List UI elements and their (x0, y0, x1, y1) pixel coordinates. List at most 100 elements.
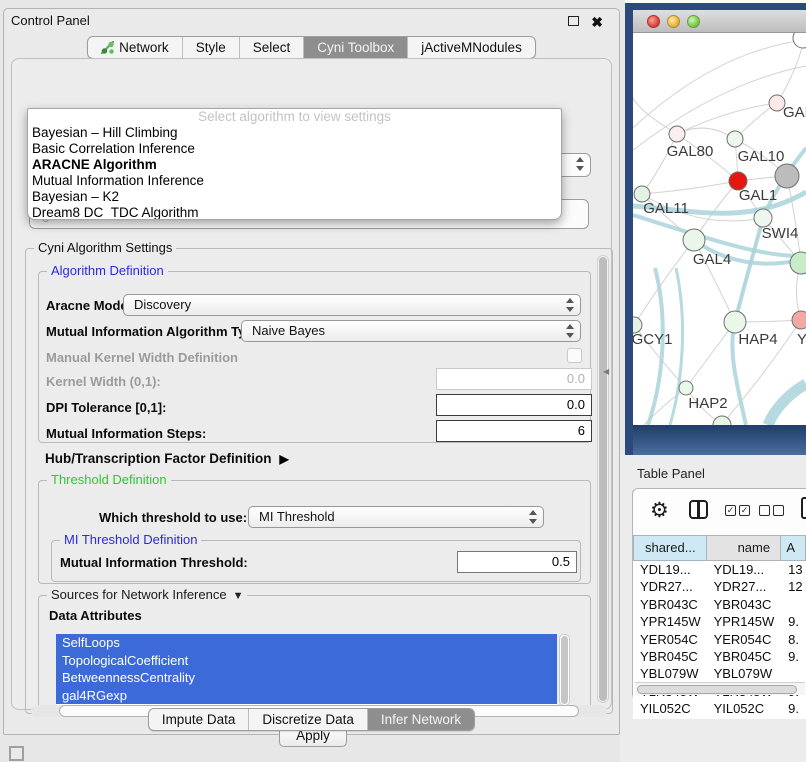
column-header-A[interactable]: A (781, 535, 806, 561)
data-attributes-list[interactable]: SelfLoopsTopologicalCoefficientBetweenne… (56, 634, 557, 706)
table-row[interactable]: YIL052CYIL052C9. (633, 700, 806, 717)
mi-type-combo[interactable]: Naive Bayes (241, 320, 581, 342)
attribute-item[interactable]: SelfLoops (56, 634, 557, 652)
column-header-shared...[interactable]: shared... (633, 535, 707, 561)
network-node-hap2[interactable] (679, 381, 693, 395)
split-view-icon[interactable] (689, 500, 708, 519)
aracne-mode-label: Aracne Mode: (46, 298, 132, 313)
table-cell: YIL052C (633, 700, 707, 717)
attributes-scrollbar-thumb[interactable] (561, 636, 568, 704)
tab-discretize-data[interactable]: Discretize Data (248, 709, 367, 730)
algorithm-option[interactable]: Bayesian – Hill Climbing (28, 125, 561, 141)
cyni-toolbox-panel: Select algorithm to view settings Bayesi… (11, 58, 612, 710)
close-icon[interactable]: ✖ (591, 11, 603, 33)
control-panel-window: Control Panel ✖ NetworkStyleSelectCyni T… (3, 8, 620, 735)
sources-title-row[interactable]: Sources for Network Inference▼ (47, 587, 247, 602)
control-panel-tabbar: NetworkStyle Select Cyni ToolboxjActiveMNo… (4, 36, 619, 59)
network-node-gal80[interactable] (669, 126, 685, 142)
tab-impute-data[interactable]: Impute Data (149, 709, 249, 730)
expand-right-icon: ▶ (280, 452, 289, 466)
network-node-gal4[interactable] (683, 229, 705, 251)
sources-frame: Sources for Network Inference▼ Data Attr… (38, 595, 591, 707)
panel-collapse-handle[interactable]: ◀ (603, 367, 609, 376)
mi-threshold-frame: MI Threshold Definition Mutual Informati… (51, 540, 581, 582)
tab-style[interactable]: Style (182, 37, 239, 58)
network-node-gal10[interactable] (727, 131, 743, 147)
tab-jactivemnodules[interactable]: jActiveMNodules (407, 37, 535, 58)
network-edge (642, 181, 738, 194)
traffic-light-close[interactable] (647, 15, 660, 28)
gear-icon[interactable]: ⚙ (650, 498, 669, 523)
network-node-hap4[interactable] (724, 311, 746, 333)
table-row[interactable]: YBR043CYBR043C (633, 596, 806, 613)
algorithm-dropdown-list: Bayesian – Hill ClimbingBasic Correlatio… (28, 125, 561, 220)
collapsed-panel-icon[interactable] (9, 746, 24, 761)
tab-cyni-toolbox[interactable]: Cyni Toolbox (303, 37, 407, 58)
algorithm-option[interactable]: Basic Correlation Inference (28, 141, 561, 157)
traffic-light-zoom[interactable] (687, 15, 700, 28)
kernel-width-field[interactable]: 0.0 (436, 368, 592, 390)
table-row[interactable]: YER054CYER054C8. (633, 631, 806, 648)
node-label: GAL10 (738, 148, 785, 165)
aracne-mode-combo[interactable]: Discovery (123, 294, 581, 316)
table-row[interactable]: YDR27...YDR27...12 (633, 578, 806, 595)
select-all-checked-icon[interactable]: ✓ (739, 505, 750, 516)
which-threshold-combo[interactable]: MI Threshold (248, 506, 544, 528)
algorithm-dropdown[interactable]: Select algorithm to view settings Bayesi… (27, 108, 562, 220)
attribute-item[interactable]: BetweennessCentrality (56, 669, 557, 687)
float-window-icon[interactable] (568, 16, 579, 26)
network-node[interactable] (793, 33, 806, 48)
column-header-name[interactable]: name (707, 535, 782, 561)
network-graph: GALGAL80GAL10GAL1GAL11SWI4GAL4GCY1HAP4YH… (633, 33, 806, 425)
traffic-light-minimize[interactable] (667, 15, 680, 28)
table-row[interactable]: YBL079WYBL079W (633, 665, 806, 682)
hub-definition-toggle[interactable]: Hub/Transcription Factor Definition ▶ (45, 451, 289, 466)
tab-infer-network[interactable]: Infer Network (367, 709, 474, 730)
algorithm-option[interactable]: ARACNE Algorithm (28, 157, 561, 173)
network-node-y[interactable] (792, 311, 806, 329)
settings-vscroll-thumb[interactable] (599, 257, 607, 701)
algorithm-dropdown-placeholder: Select algorithm to view settings (28, 109, 561, 125)
settings-frame-title: Cyni Algorithm Settings (34, 240, 176, 255)
node-label: GCY1 (633, 331, 672, 348)
algorithm-definition-title: Algorithm Definition (47, 263, 168, 278)
table-cell: YBR043C (633, 596, 707, 613)
network-window-titlebar[interactable] (633, 10, 806, 33)
hub-definition-label: Hub/Transcription Factor Definition (45, 451, 272, 466)
dpi-tolerance-field[interactable]: 0.0 (436, 394, 592, 416)
tab-label: Select (253, 37, 291, 58)
attribute-item[interactable]: gal4RGexp (56, 687, 557, 705)
table-cell: 9. (781, 700, 806, 717)
attribute-item[interactable]: TopologicalCoefficient (56, 652, 557, 670)
algorithm-option[interactable]: Dream8 DC_TDC Algorithm (28, 205, 561, 220)
network-node[interactable] (775, 164, 799, 188)
tab-network[interactable]: Network (88, 37, 182, 58)
network-view-canvas[interactable]: GALGAL80GAL10GAL1GAL11SWI4GAL4GCY1HAP4YH… (633, 33, 806, 425)
tab-select[interactable]: Select (239, 37, 304, 58)
algorithm-combo-right-end[interactable] (560, 153, 591, 177)
settings-vertical-scrollbar[interactable] (597, 255, 609, 703)
mi-threshold-field[interactable]: 0.5 (457, 551, 577, 573)
table-row[interactable]: YBR045CYBR045C9. (633, 648, 806, 665)
threshold-definition-title: Threshold Definition (47, 472, 171, 487)
attributes-scrollbar[interactable] (559, 634, 570, 706)
algorithm-option[interactable]: Bayesian – K2 (28, 189, 561, 205)
threshold-definition-frame: Threshold Definition Which threshold to … (38, 480, 591, 584)
table-row[interactable]: YPR145WYPR145W9. (633, 613, 806, 630)
node-label: GAL4 (693, 251, 731, 268)
table-cell: YDR27... (633, 578, 707, 595)
algorithm-option[interactable]: Mutual Information Inference (28, 173, 561, 189)
control-panel-tabs: NetworkStyle Select Cyni ToolboxjActiveMNo… (87, 36, 536, 59)
table-cell: YBR045C (707, 648, 782, 665)
table-cell: YPR145W (707, 613, 782, 630)
table-row[interactable]: YDL19...YDL19...13 (633, 561, 806, 578)
deselect-all-icon[interactable] (759, 505, 770, 516)
document-icon[interactable] (801, 497, 806, 519)
which-threshold-value: MI Threshold (259, 509, 335, 524)
mi-steps-field[interactable]: 6 (436, 420, 592, 442)
select-all-checked-icon[interactable]: ✓ (725, 505, 736, 516)
deselect-all-icon[interactable] (773, 505, 784, 516)
manual-kernel-checkbox[interactable] (567, 348, 582, 363)
table-horizontal-scrollbar[interactable] (635, 682, 805, 695)
table-hscroll-thumb[interactable] (637, 685, 797, 694)
